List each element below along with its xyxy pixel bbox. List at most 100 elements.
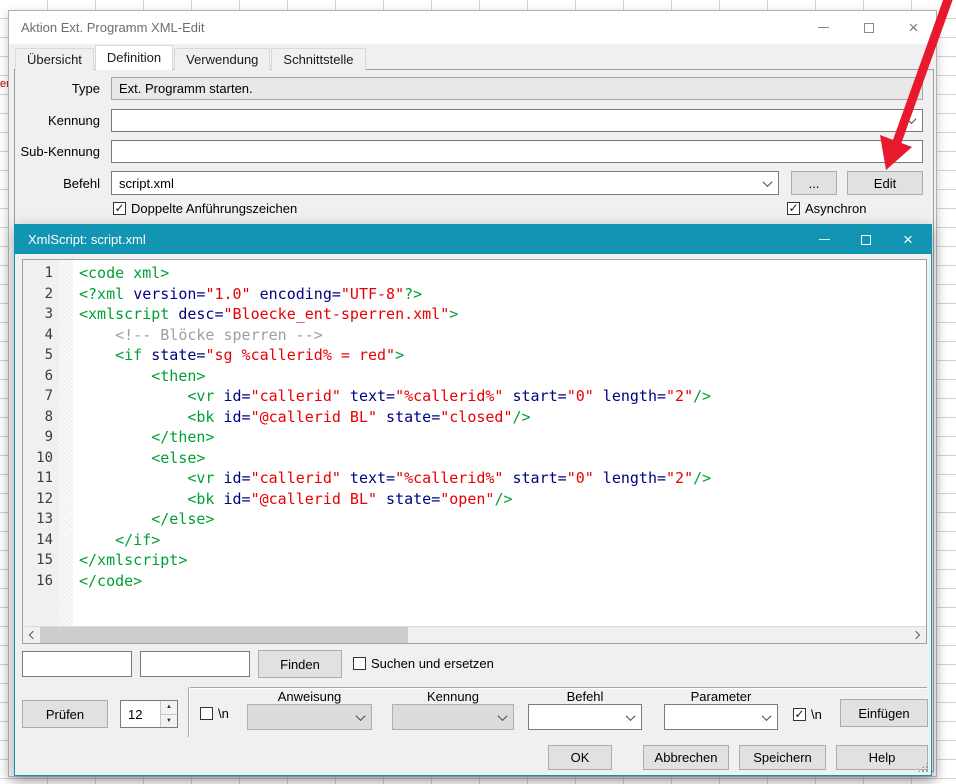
close-button[interactable]: ×: [891, 11, 936, 44]
line-number: 4: [23, 325, 53, 346]
scrollbar-thumb[interactable]: [40, 627, 408, 643]
chevron-down-icon[interactable]: [757, 707, 775, 727]
type-label: Type: [19, 81, 100, 96]
type-field: Ext. Programm starten.: [111, 77, 923, 100]
abbrechen-button[interactable]: Abbrechen: [643, 745, 729, 770]
scroll-right-button[interactable]: [909, 627, 926, 643]
suchen-und-ersetzen-checkbox[interactable]: [353, 657, 366, 670]
scroll-left-button[interactable]: [23, 627, 40, 643]
line-number-spinner[interactable]: 12 ▲ ▼: [120, 700, 178, 728]
find-input[interactable]: [22, 651, 132, 677]
replace-input[interactable]: [140, 651, 250, 677]
code-line: <xmlscript desc="Bloecke_ent-sperren.xml…: [79, 304, 926, 325]
main-dialog-titlebar[interactable]: Aktion Ext. Programm XML-Edit ×: [9, 11, 936, 44]
doppelte-anfuehrungszeichen-label: Doppelte Anführungszeichen: [131, 201, 297, 216]
tab-übersicht[interactable]: Übersicht: [15, 48, 94, 70]
newline-checkbox-left[interactable]: [200, 707, 213, 720]
code-line: </code>: [79, 571, 926, 592]
spinner-up-button[interactable]: ▲: [161, 701, 177, 714]
line-number: 10: [23, 448, 53, 469]
code-line: </xmlscript>: [79, 550, 926, 571]
line-number: 3: [23, 304, 53, 325]
spinner-value: 12: [121, 701, 160, 727]
code-line: <!-- Blöcke sperren -->: [79, 325, 926, 346]
kennung-dropdown[interactable]: [392, 704, 514, 730]
line-number: 11: [23, 468, 53, 489]
xmlscript-window-controls: ×: [803, 225, 929, 254]
maximize-button[interactable]: [845, 225, 887, 254]
maximize-button[interactable]: [846, 11, 891, 44]
line-number: 8: [23, 407, 53, 428]
befehl-combobox[interactable]: script.xml: [111, 171, 779, 195]
line-number-gutter: 12345678910111213141516: [23, 260, 59, 626]
minimize-button[interactable]: [801, 11, 846, 44]
code-line: <vr id="callerid" text="%callerid%" star…: [79, 468, 926, 489]
xmlscript-window: XmlScript: script.xml × 1234567891011121…: [14, 224, 932, 776]
code-area[interactable]: <code xml><?xml version="1.0" encoding="…: [73, 260, 926, 626]
doppelte-anfuehrungszeichen-checkbox[interactable]: [113, 202, 126, 215]
chevron-down-icon[interactable]: [758, 174, 776, 192]
kennung-label: Kennung: [19, 113, 100, 128]
sub-kennung-input[interactable]: [111, 140, 923, 163]
ok-button[interactable]: OK: [548, 745, 612, 770]
chevron-down-icon[interactable]: [351, 707, 369, 727]
newline-label-right: \n: [811, 707, 822, 722]
newline-label-left: \n: [218, 706, 229, 721]
anweisung-dropdown[interactable]: [247, 704, 372, 730]
tab-verwendung[interactable]: Verwendung: [174, 48, 270, 70]
suchen-und-ersetzen-label: Suchen und ersetzen: [371, 656, 494, 671]
group-divider-vertical: [188, 687, 190, 737]
line-number: 16: [23, 571, 53, 592]
tab-schnittstelle[interactable]: Schnittstelle: [271, 48, 365, 70]
xmlscript-title: XmlScript: script.xml: [28, 225, 146, 254]
chevron-down-icon[interactable]: [621, 707, 639, 727]
xml-code-editor: 12345678910111213141516 <code xml><?xml …: [22, 259, 927, 644]
code-line: <bk id="@callerid BL" state="closed"/>: [79, 407, 926, 428]
minimize-icon: [819, 239, 830, 240]
line-number: 6: [23, 366, 53, 387]
horizontal-scrollbar: [23, 626, 926, 643]
browse-button[interactable]: ...: [791, 171, 837, 195]
line-number: 15: [23, 550, 53, 571]
window-controls: ×: [801, 11, 936, 44]
main-dialog-title: Aktion Ext. Programm XML-Edit: [21, 11, 205, 44]
finden-button[interactable]: Finden: [258, 650, 342, 678]
parameter-dropdown[interactable]: [664, 704, 778, 730]
code-line: <if state="sg %callerid% = red">: [79, 345, 926, 366]
code-line: <else>: [79, 448, 926, 469]
chevron-down-icon[interactable]: [902, 112, 920, 129]
maximize-icon: [864, 23, 874, 33]
help-button[interactable]: Help: [836, 745, 928, 770]
pruefen-button[interactable]: Prüfen: [22, 700, 108, 728]
chevron-down-icon[interactable]: [493, 707, 511, 727]
chevron-left-icon: [29, 631, 37, 639]
xmlscript-titlebar[interactable]: XmlScript: script.xml ×: [15, 225, 931, 254]
close-icon: ×: [909, 19, 919, 36]
type-value: Ext. Programm starten.: [119, 81, 253, 96]
close-button[interactable]: ×: [887, 225, 929, 254]
code-line: <bk id="@callerid BL" state="open"/>: [79, 489, 926, 510]
gutter-divider: [59, 260, 73, 626]
code-line: </then>: [79, 427, 926, 448]
minimize-button[interactable]: [803, 225, 845, 254]
line-number: 5: [23, 345, 53, 366]
line-number: 9: [23, 427, 53, 448]
code-line: <?xml version="1.0" encoding="UTF-8"?>: [79, 284, 926, 305]
befehl-dropdown[interactable]: [528, 704, 642, 730]
speichern-button[interactable]: Speichern: [739, 745, 826, 770]
code-line: <code xml>: [79, 263, 926, 284]
befehl-label: Befehl: [19, 176, 100, 191]
kennung-combobox[interactable]: [111, 109, 923, 132]
tab-definition[interactable]: Definition: [95, 45, 173, 70]
edit-button[interactable]: Edit: [847, 171, 923, 195]
line-number: 12: [23, 489, 53, 510]
spinner-down-button[interactable]: ▼: [161, 714, 177, 728]
tab-bar: ÜbersichtDefinitionVerwendungSchnittstel…: [15, 47, 367, 70]
code-line: </if>: [79, 530, 926, 551]
befehl-value: script.xml: [119, 176, 174, 191]
code-line: <then>: [79, 366, 926, 387]
newline-checkbox-right[interactable]: [793, 708, 806, 721]
scrollbar-track: [40, 627, 909, 643]
asynchron-checkbox[interactable]: [787, 202, 800, 215]
einfuegen-button[interactable]: Einfügen: [840, 699, 928, 727]
